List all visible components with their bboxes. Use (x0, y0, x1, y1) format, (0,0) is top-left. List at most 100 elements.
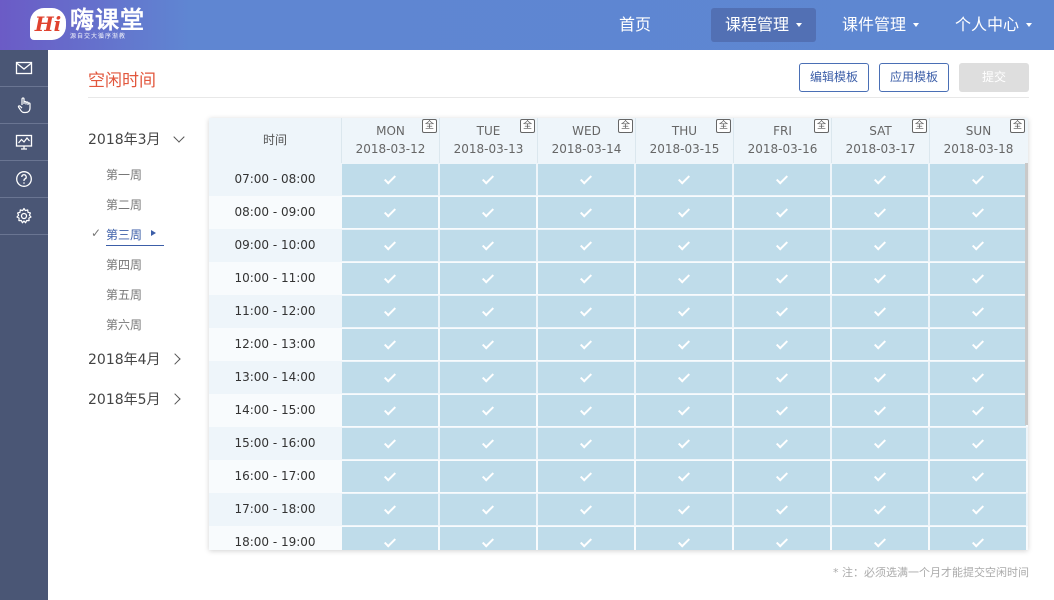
availability-cell[interactable] (538, 164, 634, 195)
availability-cell[interactable] (832, 428, 928, 459)
availability-cell[interactable] (636, 362, 732, 393)
availability-cell[interactable] (440, 527, 536, 550)
availability-cell[interactable] (440, 296, 536, 327)
sidebar-item-interaction[interactable] (0, 87, 48, 124)
availability-cell[interactable] (832, 263, 928, 294)
availability-cell[interactable] (342, 395, 438, 426)
availability-cell[interactable] (342, 230, 438, 261)
availability-cell[interactable] (734, 395, 830, 426)
availability-cell[interactable] (342, 461, 438, 492)
availability-cell[interactable] (342, 362, 438, 393)
availability-cell[interactable] (734, 197, 830, 228)
sidebar-item-messages[interactable] (0, 50, 48, 87)
week-item-2[interactable]: 第二周 (106, 196, 142, 213)
select-all-day-button[interactable]: 全 (912, 119, 927, 133)
nav-home[interactable]: 首页 (605, 8, 665, 42)
availability-cell[interactable] (440, 329, 536, 360)
availability-cell[interactable] (734, 164, 830, 195)
availability-cell[interactable] (930, 329, 1026, 360)
edit-template-button[interactable]: 编辑模板 (799, 63, 869, 92)
availability-cell[interactable] (636, 494, 732, 525)
nav-course-management[interactable]: 课程管理 (710, 8, 816, 42)
availability-cell[interactable] (636, 230, 732, 261)
availability-cell[interactable] (342, 329, 438, 360)
availability-cell[interactable] (636, 428, 732, 459)
availability-cell[interactable] (930, 197, 1026, 228)
availability-cell[interactable] (930, 494, 1026, 525)
availability-cell[interactable] (636, 527, 732, 550)
month-item-2018-04[interactable]: 2018年4月 (88, 349, 181, 369)
availability-cell[interactable] (342, 494, 438, 525)
availability-cell[interactable] (930, 230, 1026, 261)
availability-cell[interactable] (538, 230, 634, 261)
availability-cell[interactable] (342, 197, 438, 228)
availability-cell[interactable] (832, 197, 928, 228)
availability-cell[interactable] (440, 494, 536, 525)
availability-cell[interactable] (440, 362, 536, 393)
availability-cell[interactable] (734, 263, 830, 294)
month-item-2018-03[interactable]: 2018年3月 (88, 129, 185, 149)
select-all-day-button[interactable]: 全 (1010, 119, 1025, 133)
availability-cell[interactable] (538, 428, 634, 459)
availability-cell[interactable] (734, 494, 830, 525)
availability-cell[interactable] (832, 395, 928, 426)
week-item-6[interactable]: 第六周 (106, 316, 142, 333)
availability-cell[interactable] (538, 362, 634, 393)
availability-cell[interactable] (734, 362, 830, 393)
availability-cell[interactable] (930, 527, 1026, 550)
availability-cell[interactable] (832, 362, 928, 393)
availability-cell[interactable] (342, 527, 438, 550)
availability-cell[interactable] (440, 164, 536, 195)
availability-cell[interactable] (930, 395, 1026, 426)
availability-cell[interactable] (930, 263, 1026, 294)
availability-cell[interactable] (538, 461, 634, 492)
availability-cell[interactable] (342, 263, 438, 294)
availability-cell[interactable] (342, 428, 438, 459)
availability-cell[interactable] (636, 329, 732, 360)
sidebar-item-help[interactable] (0, 161, 48, 198)
apply-template-button[interactable]: 应用模板 (879, 63, 949, 92)
availability-cell[interactable] (342, 296, 438, 327)
availability-cell[interactable] (538, 527, 634, 550)
availability-cell[interactable] (930, 296, 1026, 327)
availability-cell[interactable] (832, 164, 928, 195)
availability-cell[interactable] (930, 461, 1026, 492)
week-item-5[interactable]: 第五周 (106, 286, 142, 303)
select-all-day-button[interactable]: 全 (618, 119, 633, 133)
availability-cell[interactable] (930, 164, 1026, 195)
availability-cell[interactable] (538, 494, 634, 525)
month-item-2018-05[interactable]: 2018年5月 (88, 389, 181, 409)
availability-cell[interactable] (636, 296, 732, 327)
availability-cell[interactable] (832, 296, 928, 327)
availability-cell[interactable] (538, 329, 634, 360)
week-item-1[interactable]: 第一周 (106, 166, 142, 183)
availability-cell[interactable] (832, 461, 928, 492)
availability-cell[interactable] (636, 164, 732, 195)
availability-cell[interactable] (636, 197, 732, 228)
table-scrollbar[interactable] (1025, 163, 1028, 425)
availability-cell[interactable] (734, 329, 830, 360)
nav-personal-center[interactable]: 个人中心 (941, 8, 1046, 42)
sidebar-item-statistics[interactable] (0, 124, 48, 161)
select-all-day-button[interactable]: 全 (520, 119, 535, 133)
select-all-day-button[interactable]: 全 (422, 119, 437, 133)
sidebar-item-settings[interactable] (0, 198, 48, 235)
select-all-day-button[interactable]: 全 (716, 119, 731, 133)
availability-cell[interactable] (734, 461, 830, 492)
availability-cell[interactable] (538, 263, 634, 294)
availability-cell[interactable] (832, 494, 928, 525)
availability-cell[interactable] (636, 263, 732, 294)
availability-cell[interactable] (734, 296, 830, 327)
availability-cell[interactable] (734, 428, 830, 459)
availability-cell[interactable] (734, 230, 830, 261)
nav-courseware-management[interactable]: 课件管理 (828, 8, 933, 42)
logo[interactable]: Hi 嗨课堂 源自交大循序渐教 (30, 2, 145, 46)
select-all-day-button[interactable]: 全 (814, 119, 829, 133)
submit-button[interactable]: 提交 (959, 63, 1029, 92)
availability-cell[interactable] (440, 197, 536, 228)
availability-cell[interactable] (832, 329, 928, 360)
availability-cell[interactable] (930, 362, 1026, 393)
week-item-4[interactable]: 第四周 (106, 256, 142, 273)
availability-cell[interactable] (832, 230, 928, 261)
week-item-3[interactable]: 第三周 (106, 226, 165, 246)
